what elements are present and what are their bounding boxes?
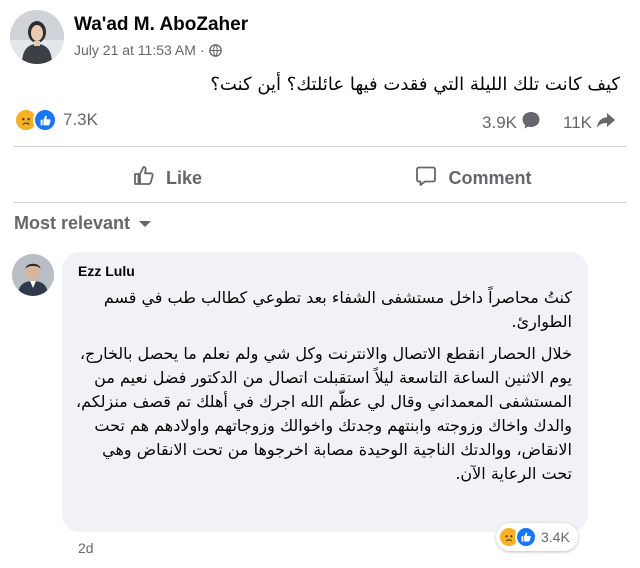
comment-bubble-icon	[521, 110, 541, 135]
post-actions: Like Comment	[14, 156, 626, 200]
comment-text: كنتُ محاصراً داخل مستشفى الشفاء بعد تطوع…	[72, 286, 572, 494]
like-reaction-icon	[515, 526, 537, 548]
divider	[14, 202, 626, 203]
post-reaction-count: 7.3K	[63, 110, 98, 129]
commenter-name[interactable]: Ezz Lulu	[78, 263, 135, 279]
post-author-name[interactable]: Wa'ad M. AboZaher	[74, 14, 248, 36]
post-text: كيف كانت تلك الليلة التي فقدت فيها عائلت…	[210, 74, 620, 95]
share-count-value: 11K	[563, 112, 592, 132]
comment-icon	[414, 164, 438, 193]
globe-icon[interactable]	[208, 43, 222, 57]
author-avatar[interactable]	[10, 10, 64, 64]
post-header: Wa'ad M. AboZaher July 21 at 11:53 AM ·	[10, 10, 630, 66]
post-timestamp[interactable]: July 21 at 11:53 AM	[74, 42, 196, 58]
commenter-avatar[interactable]	[12, 254, 54, 296]
like-label: Like	[165, 167, 203, 188]
share-arrow-icon	[596, 110, 616, 135]
divider	[14, 146, 626, 147]
meta-separator: ·	[199, 42, 205, 58]
like-reaction-icon	[33, 108, 57, 132]
comment-sort-dropdown[interactable]: Most relevant	[14, 213, 152, 234]
post-reactions[interactable]: 7.3K	[14, 108, 98, 132]
comment-paragraph: كنتُ محاصراً داخل مستشفى الشفاء بعد تطوع…	[103, 288, 572, 331]
like-button[interactable]: Like	[14, 156, 320, 200]
caret-down-icon	[138, 213, 152, 234]
comment-button[interactable]: Comment	[320, 156, 626, 200]
comment-count[interactable]: 3.9K	[482, 110, 541, 135]
share-count[interactable]: 11K	[563, 110, 616, 135]
sort-label: Most relevant	[14, 213, 131, 233]
post-meta: July 21 at 11:53 AM ·	[74, 42, 222, 58]
post-stats: 3.9K 11K	[482, 110, 616, 135]
thumbs-up-icon	[132, 164, 156, 193]
comment-bubble: Ezz Lulu كنتُ محاصراً داخل مستشفى الشفاء…	[62, 252, 588, 532]
reactions-summary: 7.3K 3.9K 11K	[14, 108, 626, 138]
comment-count-value: 3.9K	[482, 112, 517, 132]
comment-label: Comment	[448, 167, 532, 188]
comment-age[interactable]: 2d	[78, 540, 94, 556]
comment-paragraph: خلال الحصار انقطع الاتصال والانترنت وكل …	[75, 344, 572, 483]
comment-reaction-count: 3.4K	[541, 529, 570, 545]
comment-reactions[interactable]: 3.4K	[496, 523, 578, 551]
